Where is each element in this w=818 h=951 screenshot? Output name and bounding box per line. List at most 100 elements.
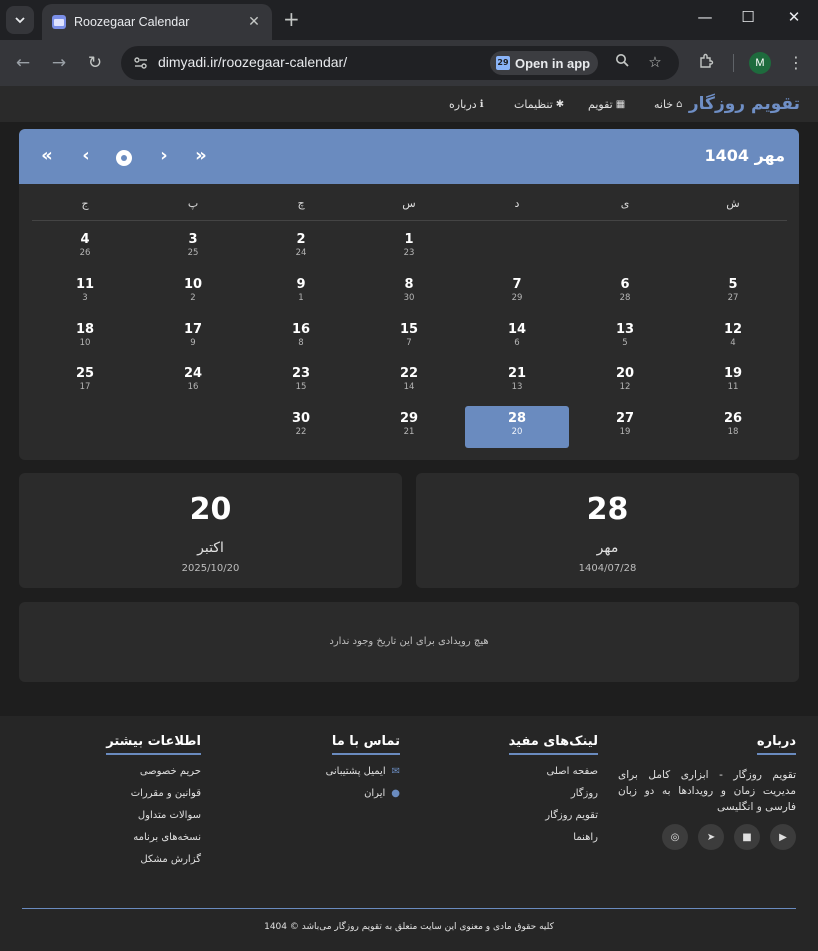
open-in-app-button[interactable]: 29 Open in app bbox=[490, 51, 598, 75]
calendar-day[interactable]: 30 22 bbox=[249, 406, 353, 448]
telegram-icon[interactable]: ➤ bbox=[698, 824, 724, 850]
bookmark-star-icon[interactable]: ☆ bbox=[645, 53, 665, 71]
footer-link[interactable]: حریم خصوصی bbox=[106, 766, 201, 777]
gregorian-day: 14 bbox=[403, 382, 415, 393]
calendar-day[interactable]: 15 7 bbox=[357, 317, 461, 359]
window-close-button[interactable]: ✕ bbox=[782, 8, 806, 26]
footer-contact-email[interactable]: ✉ ایمیل پشتیبانی bbox=[326, 766, 400, 777]
site-settings-icon[interactable] bbox=[129, 51, 153, 75]
events-empty-message: هیچ رویدادی برای این تاریخ وجود ندارد bbox=[329, 636, 489, 647]
gregorian-day: 7 bbox=[406, 337, 412, 348]
calendar-day[interactable]: 22 14 bbox=[357, 361, 461, 403]
browser-tab[interactable]: Roozegaar Calendar ✕ bbox=[42, 4, 272, 40]
next-month-icon[interactable]: › bbox=[152, 145, 176, 167]
footer-link[interactable]: نسخه‌های برنامه bbox=[106, 832, 201, 843]
persian-day: 12 bbox=[723, 321, 743, 337]
events-card: هیچ رویدادی برای این تاریخ وجود ندارد bbox=[19, 602, 799, 682]
calendar-day-selected[interactable]: 28 20 bbox=[465, 406, 569, 449]
address-bar[interactable]: dimyadi.ir/roozegaar-calendar/ 29 Open i… bbox=[121, 46, 679, 80]
persian-day: 9 bbox=[296, 276, 306, 292]
footer-link[interactable]: راهنما bbox=[509, 832, 598, 843]
app-icon: 29 bbox=[496, 56, 510, 70]
tab-search-button[interactable] bbox=[6, 6, 34, 34]
today-button-icon[interactable] bbox=[116, 150, 132, 166]
window-maximize-button[interactable]: ☐ bbox=[736, 8, 760, 26]
gregorian-day: 8 bbox=[298, 337, 304, 348]
calendar-day[interactable]: 18 10 bbox=[33, 317, 137, 359]
calendar-day[interactable]: 3 25 bbox=[141, 227, 245, 269]
calendar-day[interactable]: 8 30 bbox=[357, 272, 461, 314]
reload-icon[interactable]: ↻ bbox=[84, 52, 106, 74]
previous-month-icon[interactable]: ‹ bbox=[74, 145, 98, 167]
calendar-day[interactable]: 14 6 bbox=[465, 317, 569, 359]
footer-contact-label: ایران bbox=[364, 788, 386, 799]
calendar-day[interactable]: 16 8 bbox=[249, 317, 353, 359]
back-arrow-icon[interactable]: ← bbox=[12, 52, 34, 74]
gregorian-day: 4 bbox=[730, 337, 736, 348]
persian-day: 17 bbox=[183, 321, 203, 337]
persian-day: 4 bbox=[80, 232, 90, 247]
calendar-day[interactable]: 2 24 bbox=[249, 227, 353, 269]
next-year-icon[interactable]: » bbox=[189, 145, 213, 167]
zoom-icon[interactable] bbox=[612, 53, 632, 71]
window-minimize-button[interactable]: — bbox=[693, 8, 717, 26]
calendar-day[interactable]: 25 17 bbox=[33, 361, 137, 403]
toolbar-divider bbox=[733, 54, 734, 72]
info-icon: ℹ bbox=[479, 99, 484, 110]
new-tab-button[interactable]: + bbox=[283, 9, 300, 29]
profile-avatar[interactable]: M bbox=[749, 52, 771, 74]
calendar-day[interactable]: 19 11 bbox=[681, 361, 785, 403]
calendar-day[interactable]: 29 21 bbox=[357, 406, 461, 448]
calendar-day[interactable]: 24 16 bbox=[141, 361, 245, 403]
footer-link[interactable]: روزگار bbox=[509, 788, 598, 799]
forward-arrow-icon[interactable]: → bbox=[48, 52, 70, 74]
calendar-day[interactable]: 10 2 bbox=[141, 272, 245, 314]
calendar-day[interactable]: 4 26 bbox=[33, 227, 137, 269]
site-brand[interactable]: تقویم روزگار bbox=[689, 94, 800, 114]
persian-full-date: 1404/07/28 bbox=[578, 563, 637, 574]
persian-day: 25 bbox=[75, 366, 95, 382]
nav-item-home[interactable]: ⌂ خانه bbox=[654, 98, 682, 111]
calendar-day[interactable]: 12 4 bbox=[681, 317, 785, 359]
footer-link[interactable]: سوالات متداول bbox=[106, 810, 201, 821]
gregorian-day: 3 bbox=[82, 292, 88, 303]
calendar-day[interactable]: 26 18 bbox=[681, 406, 785, 448]
tab-close-icon[interactable]: ✕ bbox=[246, 14, 262, 30]
calendar-day[interactable]: 20 12 bbox=[573, 361, 677, 403]
calendar-day[interactable]: 7 29 bbox=[465, 272, 569, 314]
calendar-day[interactable]: 21 13 bbox=[465, 361, 569, 403]
gregorian-day: 17 bbox=[79, 382, 91, 393]
calendar-day[interactable]: 13 5 bbox=[573, 317, 677, 359]
footer-more-heading: اطلاعات بیشتر bbox=[106, 734, 201, 755]
extensions-icon[interactable] bbox=[696, 53, 716, 73]
calendar-day[interactable]: 11 3 bbox=[33, 272, 137, 314]
footer-link[interactable]: تقویم روزگار bbox=[509, 810, 598, 821]
calendar-day[interactable]: 23 15 bbox=[249, 361, 353, 403]
video-icon[interactable]: ■ bbox=[734, 824, 760, 850]
footer-contact-location[interactable]: ● ایران bbox=[326, 788, 400, 799]
calendar-day[interactable]: 6 28 bbox=[573, 272, 677, 314]
calendar-day[interactable]: 27 19 bbox=[573, 406, 677, 448]
calendar-day[interactable]: 5 27 bbox=[681, 272, 785, 314]
nav-item-about[interactable]: ℹ درباره bbox=[449, 98, 484, 111]
calendar-day[interactable]: 91 bbox=[249, 272, 353, 314]
nav-item-settings[interactable]: ✱ تنظیمات bbox=[514, 98, 564, 111]
persian-day: 23 bbox=[291, 366, 311, 382]
gregorian-day: 22 bbox=[295, 427, 307, 438]
calendar-day[interactable]: 17 9 bbox=[141, 317, 245, 359]
nav-item-calendar[interactable]: ▦ تقویم bbox=[588, 98, 625, 111]
more-menu-icon[interactable]: ⋮ bbox=[786, 53, 806, 72]
footer-link-label: قوانین و مقررات bbox=[130, 788, 201, 799]
footer-link[interactable]: گزارش مشکل bbox=[106, 854, 201, 865]
footer-link[interactable]: صفحه اصلی bbox=[509, 766, 598, 777]
previous-year-icon[interactable]: « bbox=[35, 145, 59, 167]
footer-link-label: حریم خصوصی bbox=[139, 766, 201, 777]
instagram-icon[interactable]: ◎ bbox=[662, 824, 688, 850]
gregorian-day: 24 bbox=[295, 248, 307, 258]
footer-link[interactable]: قوانین و مقررات bbox=[106, 788, 201, 799]
calendar-day[interactable]: 1 23 bbox=[357, 227, 461, 269]
gregorian-day: 9 bbox=[190, 337, 196, 348]
footer-contact: تماس با ما ✉ ایمیل پشتیبانی ● ایران bbox=[326, 730, 400, 799]
youtube-icon[interactable]: ▶ bbox=[770, 824, 796, 850]
persian-day: 29 bbox=[399, 411, 419, 427]
